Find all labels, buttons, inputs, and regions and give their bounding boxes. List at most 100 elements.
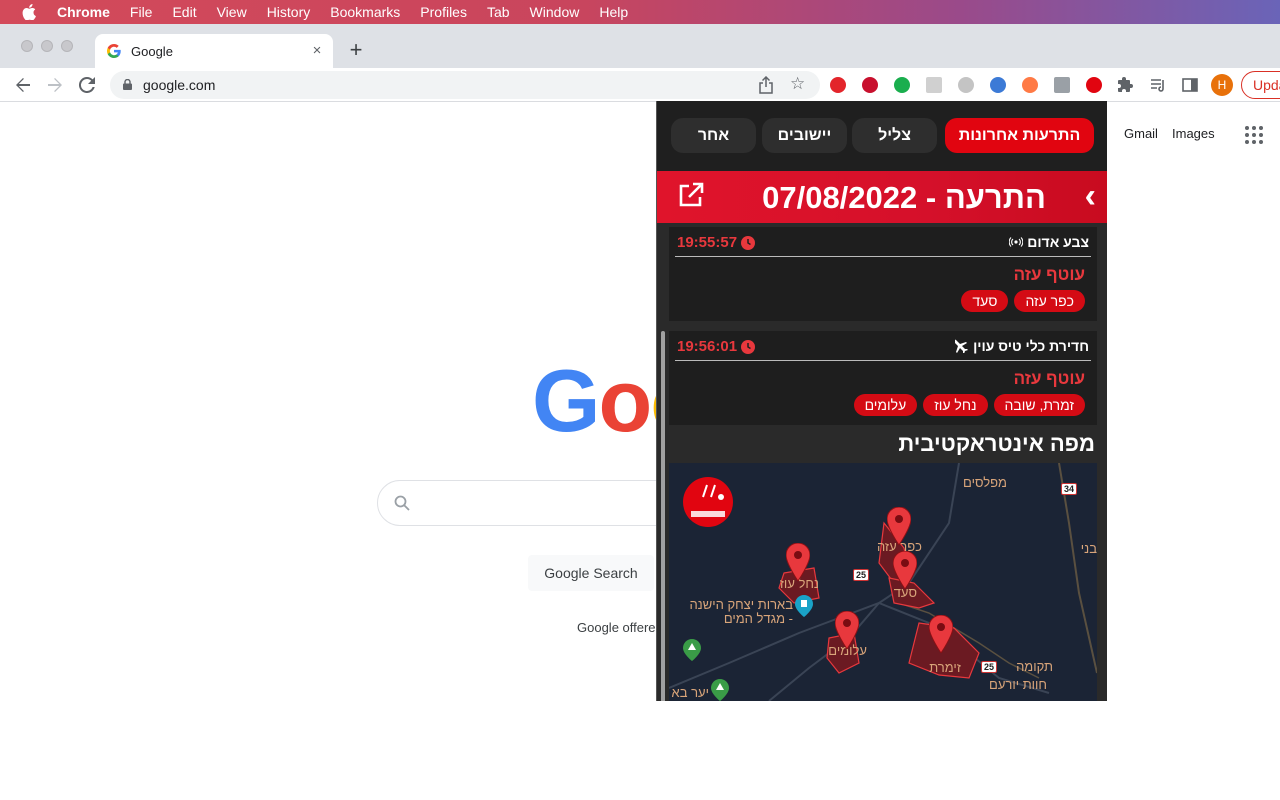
reload-button[interactable] xyxy=(76,74,98,96)
menu-file[interactable]: File xyxy=(130,4,153,20)
back-button[interactable] xyxy=(12,74,34,96)
map-pin-icon[interactable] xyxy=(835,611,859,649)
road-sign: 34 xyxy=(1061,483,1078,495)
map-label: תקומה xyxy=(1016,659,1053,674)
lock-icon[interactable] xyxy=(123,79,132,90)
google-offered-text: Google offere xyxy=(577,620,656,635)
location-chips: כפר עזה סעד xyxy=(961,290,1085,312)
google-search-button[interactable]: Google Search xyxy=(528,555,654,591)
map-pin-icon[interactable] xyxy=(929,615,953,653)
map-label: מפלסים xyxy=(963,475,1007,490)
location-chip[interactable]: כפר עזה xyxy=(1014,290,1085,312)
clock-icon xyxy=(741,339,756,354)
alert-card: חדירת כלי טיס עוין 19:56:01 עוטף עזה זמר… xyxy=(669,331,1097,425)
map-title: מפה אינטראקטיבית xyxy=(898,431,1095,456)
scrollbar[interactable] xyxy=(661,331,665,701)
location-chip[interactable]: זמרת, שובה xyxy=(993,394,1085,416)
alert-type-label: חדירת כלי טיס עוין xyxy=(973,338,1089,354)
red-alert-logo-icon xyxy=(683,477,733,527)
reading-list-icon[interactable] xyxy=(1150,77,1166,93)
open-external-icon[interactable] xyxy=(677,181,705,209)
alert-card-header: צבע אדום 19:55:57 xyxy=(675,227,1091,257)
extension-gear-icon[interactable] xyxy=(958,77,974,93)
red-alert-popup: התרעות אחרונות צליל יישובים אחר התרעה - … xyxy=(656,101,1107,701)
red-alert-extension-icon[interactable] xyxy=(1086,77,1102,93)
map-label: חוות יורעם xyxy=(989,677,1047,692)
window-close-button[interactable] xyxy=(21,40,33,52)
interactive-map[interactable]: מפלסים 34 בני כפר עזה 25 נחל עוז סעד באר… xyxy=(669,463,1097,701)
extension-orange-icon[interactable] xyxy=(1022,77,1038,93)
menu-bookmarks[interactable]: Bookmarks xyxy=(330,4,400,20)
park-pin-icon xyxy=(711,679,729,701)
address-bar[interactable]: google.com ☆ xyxy=(110,71,820,99)
apple-icon[interactable] xyxy=(22,4,36,21)
adblock-plus-icon[interactable] xyxy=(830,77,846,93)
side-panel-icon[interactable] xyxy=(1182,77,1198,93)
browser-toolbar: google.com ☆ H Upda xyxy=(0,68,1280,102)
extension-window-icon[interactable] xyxy=(926,77,942,93)
update-button[interactable]: Upda xyxy=(1241,71,1280,99)
images-link[interactable]: Images xyxy=(1172,126,1215,141)
map-label: יער בא xyxy=(671,685,709,700)
menu-history[interactable]: History xyxy=(267,4,311,20)
google-favicon-icon xyxy=(107,44,121,58)
new-tab-button[interactable]: + xyxy=(345,39,367,62)
menu-view[interactable]: View xyxy=(217,4,247,20)
map-pin-icon[interactable] xyxy=(786,543,810,581)
alert-card-header: חדירת כלי טיס עוין 19:56:01 xyxy=(675,331,1091,361)
alert-time-label: 19:56:01 xyxy=(677,338,738,355)
broadcast-icon xyxy=(1009,237,1024,247)
road-sign: 25 xyxy=(981,661,998,673)
tab-strip: Google × + xyxy=(0,24,1280,68)
tab-title: Google xyxy=(131,43,173,59)
map-label: בארות יצחק הישנה xyxy=(689,597,793,612)
road-sign: 25 xyxy=(853,569,870,581)
tab-other[interactable]: אחר xyxy=(671,118,756,153)
alert-time: 19:55:57 xyxy=(677,234,756,251)
menu-window[interactable]: Window xyxy=(530,4,580,20)
menu-tab[interactable]: Tab xyxy=(487,4,510,20)
alert-type: צבע אדום xyxy=(1009,234,1089,250)
window-minimize-button[interactable] xyxy=(41,40,53,52)
menu-edit[interactable]: Edit xyxy=(172,4,196,20)
alert-card: צבע אדום 19:55:57 עוטף עזה כפר עזה סעד xyxy=(669,227,1097,321)
tab-settlements[interactable]: יישובים xyxy=(762,118,847,153)
map-pin-icon[interactable] xyxy=(887,507,911,545)
landmark-pin-icon xyxy=(795,595,813,617)
google-apps-icon[interactable] xyxy=(1245,126,1263,144)
map-pin-icon[interactable] xyxy=(893,551,917,589)
popup-tab-bar: התרעות אחרונות צליל יישובים אחר xyxy=(657,101,1107,171)
park-pin-icon xyxy=(683,639,701,661)
back-chevron-icon[interactable]: ‹ xyxy=(1085,177,1096,216)
alert-type-label: צבע אדום xyxy=(1027,234,1089,250)
extension-red-icon[interactable] xyxy=(862,77,878,93)
map-label: - מגדל המים xyxy=(723,611,793,626)
gmail-link[interactable]: Gmail xyxy=(1124,126,1158,141)
extension-blue-icon[interactable] xyxy=(990,77,1006,93)
location-chip[interactable]: סעד xyxy=(961,290,1009,312)
window-zoom-button[interactable] xyxy=(61,40,73,52)
profile-avatar[interactable]: H xyxy=(1211,74,1233,96)
location-chip[interactable]: עלומים xyxy=(853,394,918,416)
tab-close-icon[interactable]: × xyxy=(309,43,325,59)
tab-recent-alerts[interactable]: התרעות אחרונות xyxy=(945,118,1094,153)
forward-button[interactable] xyxy=(44,74,66,96)
map-label: בני xyxy=(1080,541,1097,556)
menu-help[interactable]: Help xyxy=(599,4,628,20)
eyedropper-icon[interactable] xyxy=(1054,77,1070,93)
location-chip[interactable]: נחל עוז xyxy=(923,394,988,416)
menu-profiles[interactable]: Profiles xyxy=(420,4,467,20)
alert-time: 19:56:01 xyxy=(677,338,756,355)
menu-app-chrome[interactable]: Chrome xyxy=(57,4,110,20)
puzzle-icon[interactable] xyxy=(1118,77,1134,93)
share-icon[interactable] xyxy=(758,76,774,94)
bookmark-star-icon[interactable]: ☆ xyxy=(790,74,805,94)
search-icon xyxy=(394,495,410,511)
extension-green-icon[interactable] xyxy=(894,77,910,93)
url-text[interactable]: google.com xyxy=(143,77,215,93)
alert-header: התרעה - 07/08/2022 ‹ xyxy=(657,171,1107,223)
browser-tab[interactable]: Google × xyxy=(95,34,333,68)
tab-sound[interactable]: צליל xyxy=(852,118,937,153)
alert-time-label: 19:55:57 xyxy=(677,234,738,251)
alert-region: עוטף עזה xyxy=(1013,369,1085,388)
